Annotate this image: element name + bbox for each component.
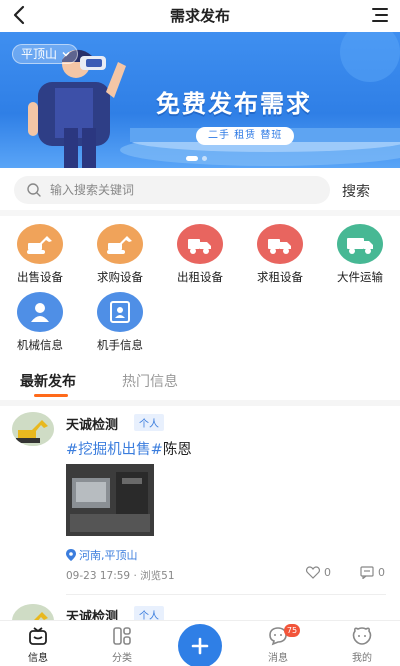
message-count-badge: 75	[284, 624, 300, 637]
like-count: 0	[324, 566, 331, 579]
truck-icon	[177, 224, 223, 264]
location-text: 河南,平顶山	[79, 549, 138, 562]
category-operator-info[interactable]: 机手信息	[85, 292, 155, 353]
post-username[interactable]: 天诚检测	[66, 414, 118, 433]
category-label: 求购设备	[97, 270, 143, 284]
category-heavy-transport[interactable]: 大件运输	[325, 224, 395, 285]
tab-category[interactable]: 分类	[92, 625, 152, 664]
banner-subtitle: 二手 租赁 替班	[196, 127, 295, 145]
post-title[interactable]: #挖掘机出售#陈恩	[66, 438, 192, 459]
category-label: 机手信息	[97, 338, 143, 352]
post-location: 河南,平顶山	[66, 547, 138, 563]
page-title: 需求发布	[169, 7, 230, 25]
transport-truck-icon	[337, 224, 383, 264]
category-machinery-info[interactable]: 机械信息	[5, 292, 75, 353]
tab-hot[interactable]: 热门信息	[122, 371, 178, 391]
comment-button[interactable]: 0	[360, 566, 385, 579]
tab-latest[interactable]: 最新发布	[20, 371, 76, 391]
category-rent-out-equipment[interactable]: 出租设备	[165, 224, 235, 285]
avatar[interactable]	[12, 412, 54, 446]
comment-icon	[360, 566, 374, 579]
excavator-icon	[97, 224, 143, 264]
search-button[interactable]: 搜索	[342, 181, 370, 201]
category-label: 机械信息	[17, 338, 63, 352]
tab-info-label: 信息	[28, 653, 48, 664]
tab-mine-label: 我的	[352, 653, 372, 664]
publish-button[interactable]	[178, 624, 222, 666]
tab-category-label: 分类	[112, 653, 132, 664]
category-icon	[113, 627, 131, 645]
search-input[interactable]	[50, 176, 320, 204]
search-icon	[27, 183, 41, 197]
heart-icon	[306, 566, 320, 579]
carousel-indicator	[186, 156, 207, 161]
post-time: 09-23 17:59	[66, 570, 131, 582]
profile-icon	[352, 627, 372, 645]
tab-info[interactable]: 信息	[8, 625, 68, 664]
excavator-icon	[17, 224, 63, 264]
person-icon	[17, 292, 63, 332]
category-label: 出租设备	[177, 270, 223, 284]
id-card-icon	[97, 292, 143, 332]
post-user-badge: 个人	[134, 414, 164, 431]
menu-icon[interactable]	[370, 5, 390, 25]
category-label: 出售设备	[17, 270, 63, 284]
category-rent-equipment[interactable]: 求租设备	[245, 224, 315, 285]
banner-title: 免费发布需求	[156, 90, 312, 118]
tab-mine[interactable]: 我的	[332, 625, 392, 664]
post-meta: 09-23 17:59 · 浏览51	[66, 570, 175, 582]
comment-count: 0	[378, 566, 385, 579]
post-topic-tag[interactable]: #挖掘机出售#	[66, 442, 163, 458]
search-bar	[14, 176, 330, 204]
tab-messages-label: 消息	[268, 653, 288, 664]
location-pin-icon	[66, 549, 76, 561]
category-label: 求租设备	[257, 270, 303, 284]
plus-icon	[191, 637, 209, 655]
post-image[interactable]	[66, 464, 154, 536]
top-bar: 需求发布	[0, 0, 400, 30]
category-sell-equipment[interactable]: 出售设备	[5, 224, 75, 285]
category-buy-equipment[interactable]: 求购设备	[85, 224, 155, 285]
post-title-text: 陈恩	[162, 442, 192, 458]
chevron-down-icon	[62, 52, 70, 57]
page: 需求发布 平顶山 免费发布需求 二手 租赁 替班 输入搜索关键词 搜索 出售设备…	[0, 0, 400, 666]
category-label: 大件运输	[337, 270, 383, 284]
carousel-dot-active[interactable]	[186, 156, 198, 161]
promo-banner[interactable]: 平顶山 免费发布需求 二手 租赁 替班	[0, 32, 400, 168]
carousel-dot[interactable]	[202, 156, 207, 161]
message-box-icon	[29, 627, 47, 645]
section-divider	[0, 210, 400, 216]
section-divider	[0, 400, 400, 406]
active-tab-indicator	[34, 394, 68, 397]
like-button[interactable]: 0	[306, 566, 331, 579]
post-divider	[66, 594, 386, 595]
post-views: 浏览51	[140, 570, 175, 582]
city-label: 平顶山	[21, 47, 58, 61]
city-selector[interactable]: 平顶山	[12, 44, 79, 64]
truck-icon	[257, 224, 303, 264]
